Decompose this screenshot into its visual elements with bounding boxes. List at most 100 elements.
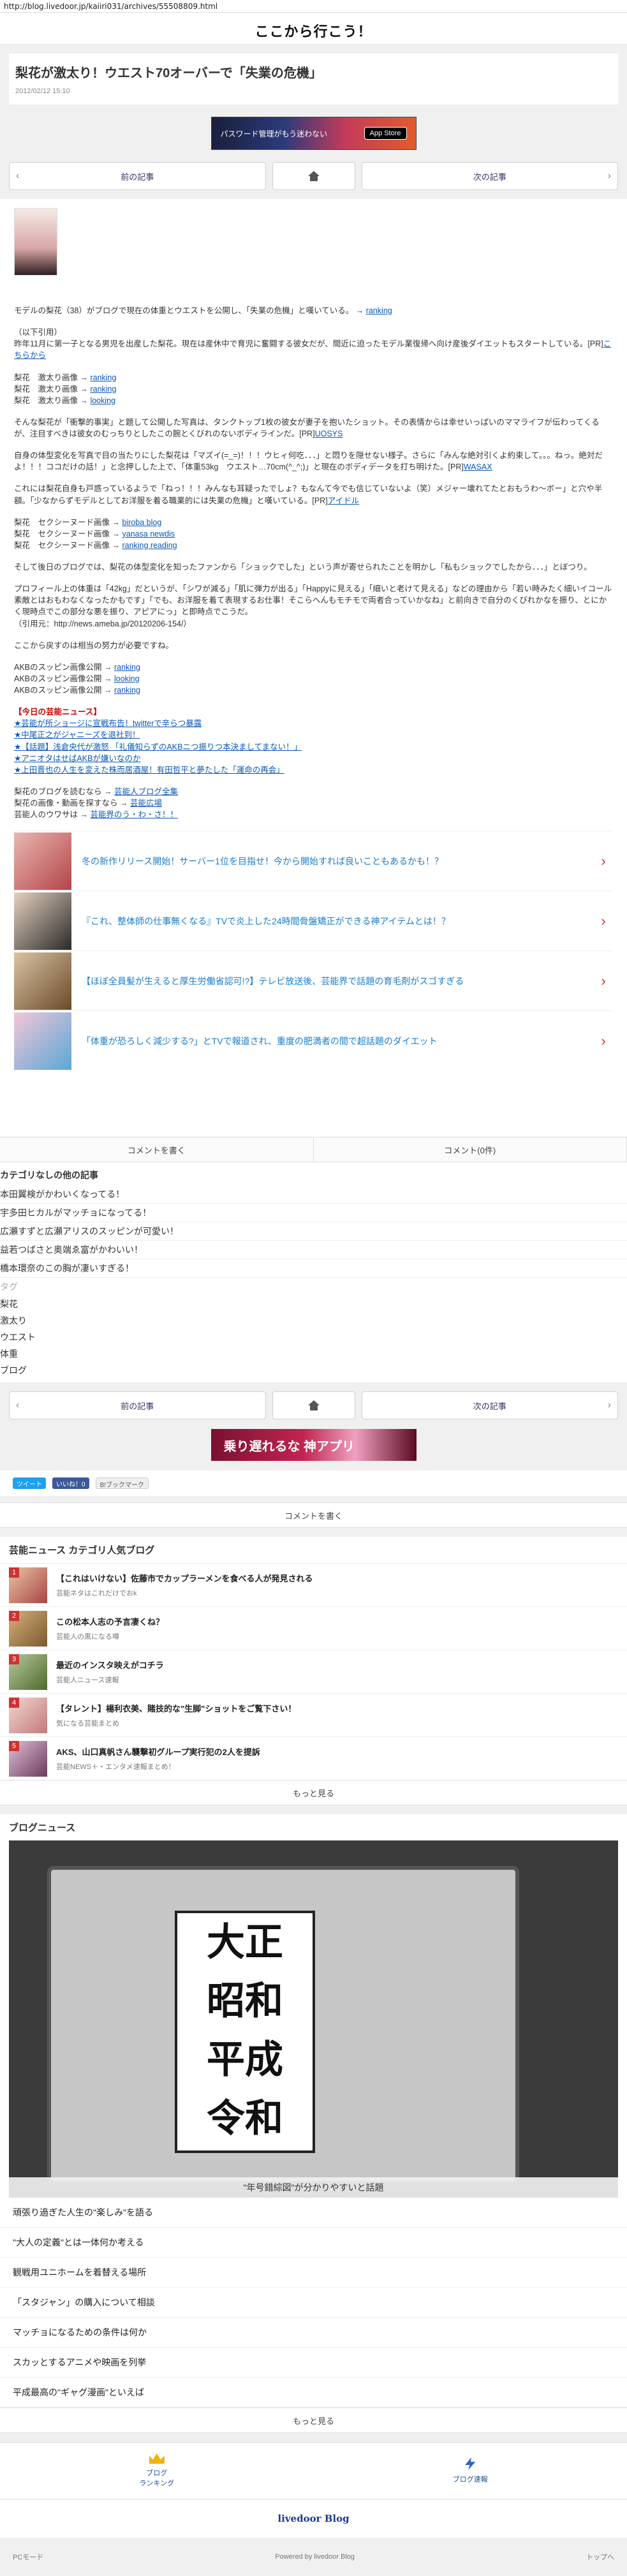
pr-link[interactable]: アイドル (328, 496, 359, 505)
next-post-button[interactable]: 次の記事 › (362, 1391, 619, 1419)
category-heading: カテゴリなしの他の記事 (0, 1169, 627, 1185)
link[interactable]: 芸能広場 (130, 799, 162, 808)
link[interactable]: ranking (90, 373, 116, 382)
ranking-source: 芸能人ニュース速報 (56, 1675, 164, 1685)
prev-post-button[interactable]: ‹ 前の記事 (9, 162, 266, 190)
blog-speed-link[interactable]: ブログ速報 (314, 2443, 627, 2499)
article-thumbnail[interactable] (14, 208, 57, 276)
blog-news-item[interactable]: "大人の定義"とは一体何か考える (0, 2228, 627, 2258)
tag-item[interactable]: ウエスト (0, 1329, 627, 1345)
tag-item[interactable]: 梨花 (0, 1296, 627, 1312)
pr-link[interactable]: UOSYS (315, 429, 343, 438)
popular-blogs: 芸能ニュース カテゴリ人気ブログ 1 【これはいけない】佐藤市でカップラーメンを… (0, 1537, 627, 1805)
blog-news-more-button[interactable]: もっと見る (0, 2408, 627, 2433)
news-block: 【今日の芸能ニュース】 ★芸能が所ショージに宣戦布告！twitterで辛らつ暴露… (14, 706, 613, 776)
link[interactable]: ranking (114, 686, 140, 695)
blog-news-item[interactable]: 平成最高の"ギャグ漫画"といえば (0, 2378, 627, 2408)
recommended-item[interactable]: 冬の新作リリース開始！サーバー1位を目指せ！今から開始すれば良いこともあるかも！… (14, 831, 613, 891)
blog-ranking-label: ブログ ランキング (139, 2468, 174, 2488)
link-group: 梨花 激太り画像 → ranking 梨花 激太り画像 → ranking 梨花… (14, 372, 613, 406)
write-comment-button[interactable]: コメントを書く (0, 1137, 314, 1162)
news-link[interactable]: ★中尾正之がジャニーズを退社到！ (14, 730, 140, 739)
news-link[interactable]: ★【話題】浅倉央代が激怒 「礼儀知らずのAKBニつ振りつ本決ましてまない！」 (14, 743, 302, 751)
tag-item[interactable]: ブログ (0, 1362, 627, 1379)
prev-post-button[interactable]: ‹ 前の記事 (9, 1391, 266, 1419)
crown-icon (149, 2454, 165, 2464)
recommended-text: 【ほぼ全員髪が生えると厚生労働省認可!?】テレビ放送後、芸能界で話題の育毛剤がス… (71, 975, 594, 988)
facebook-like-button[interactable]: いいね！0 (52, 1477, 89, 1489)
link[interactable]: 芸能界のう・わ・さ！！ (90, 810, 178, 819)
news-link[interactable]: ★上田晋也の人生を変えた株而居酒屋！有田哲平と夢たした「運命の再会」 (14, 766, 284, 774)
chevron-right-icon: › (608, 1400, 611, 1411)
blog-news-item[interactable]: マッチョになるための条件は何か (0, 2318, 627, 2348)
post-header: 梨花が激太り！ウエスト70オーバーで「失業の危機」 2012/02/12 15:… (9, 54, 618, 105)
chevron-right-icon: › (594, 971, 613, 991)
text: AKBのスッピン画像公開 → (14, 686, 114, 695)
recommended-item[interactable]: 『これ、整体師の仕事無くなる』TVで炎上した24時間骨盤矯正ができる神アイテムと… (14, 891, 613, 951)
category-item[interactable]: 益若つばさと奥端ゑ富がかわいい！ (0, 1241, 627, 1259)
paragraph: そして後日のブログでは、梨花の体型変化を知ったファンから「ショックでした」という… (14, 561, 613, 573)
link[interactable]: looking (90, 396, 115, 405)
url-bar[interactable]: http://blog.livedoor.jp/kaiiri031/archiv… (0, 0, 627, 13)
category-item[interactable]: 本田翼検がかわいくなってる！ (0, 1185, 627, 1204)
category-item[interactable]: 橋本環奈のこの胸が凄いすぎる！ (0, 1259, 627, 1278)
paragraph: ここから戻すのは相当の努力が必要ですね。 (14, 640, 613, 651)
recommended-item[interactable]: 【ほぼ全員髪が生えると厚生労働省認可!?】テレビ放送後、芸能界で話題の育毛剤がス… (14, 951, 613, 1010)
hatena-bookmark-button[interactable]: B!ブックマーク (96, 1477, 149, 1489)
news-link[interactable]: ★芸能が所ショージに宣戦布告！twitterで辛らつ暴露 (14, 719, 202, 728)
livedoor-blog-logo[interactable]: livedoor Blog (0, 2499, 627, 2538)
ad-banner-top[interactable]: パスワード管理がもう迷わない App Store (211, 117, 417, 150)
ranking-image: 4 (9, 1698, 47, 1733)
ranking-item[interactable]: 4 【タレント】楊利衣美、賭技的な"生脚"ショットをご覧下さい！ 気になる芸能ま… (0, 1693, 627, 1736)
chevron-right-icon: › (594, 851, 613, 871)
link[interactable]: looking (114, 674, 140, 683)
blog-news: ブログニュース 大正 昭和 平成 令和 "年号錯綜図"が分かりやすいと話題 頑張… (0, 1814, 627, 2433)
blog-news-item[interactable]: 観戦用ユニホームを着替える場所 (0, 2258, 627, 2288)
recommended-item[interactable]: 「体重が恐ろしく減少する?」とTVで報道され、重度の肥満者の間で超話題のダイエッ… (14, 1010, 613, 1070)
ranking-item[interactable]: 1 【これはいけない】佐藤市でカップラーメンを食べる人が発見される 芸能ネタはこ… (0, 1563, 627, 1606)
back-to-top-link[interactable]: トップへ (586, 2552, 614, 2562)
popular-more-button[interactable]: もっと見る (0, 1780, 627, 1805)
rank-number: 4 (9, 1698, 19, 1708)
home-button[interactable] (272, 162, 355, 190)
era-names: 大正 昭和 平成 令和 (175, 1911, 315, 2153)
ad-banner-mid[interactable]: 乗り遅れるな 神アプリ (211, 1429, 417, 1461)
news-link[interactable]: ★アニオタはせばAKBが嫌いなのか (14, 754, 140, 763)
blog-news-hero[interactable]: 大正 昭和 平成 令和 "年号錯綜図"が分かりやすいと話題 (9, 1840, 618, 2198)
link[interactable]: 芸能人ブログ全集 (114, 787, 178, 796)
tweet-button[interactable]: ツイート (13, 1477, 46, 1489)
pc-mode-link[interactable]: PCモード (13, 2552, 43, 2562)
rank-number: 2 (9, 1611, 19, 1621)
link[interactable]: yanasa newdis (122, 529, 175, 538)
tag-item[interactable]: 体重 (0, 1345, 627, 1362)
tag-item[interactable]: 激太り (0, 1312, 627, 1329)
link[interactable]: biroba blog (122, 518, 161, 527)
next-post-button[interactable]: 次の記事 › (362, 162, 619, 190)
post-navigation-bottom: ‹ 前の記事 次の記事 › (0, 1391, 627, 1419)
home-button[interactable] (272, 1391, 355, 1419)
blog-title[interactable]: ここから行こう！ (0, 13, 627, 45)
recommended-list: 冬の新作リリース開始！サーバー1位を目指せ！今から開始すれば良いこともあるかも！… (14, 831, 613, 1070)
ranking-link[interactable]: ranking (366, 306, 392, 315)
ranking-item[interactable]: 3 最近のインスタ映えがコチラ 芸能人ニュース速報 (0, 1650, 627, 1693)
blog-ranking-link[interactable]: ブログ ランキング (0, 2443, 314, 2499)
ranking-item[interactable]: 2 この松本人志の予言凄くね？ 芸能人の黒になる噂 (0, 1606, 627, 1650)
link[interactable]: ranking (114, 663, 140, 672)
recommended-text: 「体重が恐ろしく減少する?」とTVで報道され、重度の肥満者の間で超話題のダイエッ… (71, 1035, 594, 1047)
link[interactable]: ranking reading (122, 541, 177, 550)
ranking-image: 2 (9, 1611, 47, 1647)
write-comment-bar[interactable]: コメントを書く (0, 1502, 627, 1528)
link[interactable]: ranking (90, 385, 116, 394)
pr-link[interactable]: WASAX (464, 463, 492, 471)
text: 梨花 激太り画像 → (14, 373, 90, 382)
category-item[interactable]: 宇多田ヒカルがマッチョになってる！ (0, 1204, 627, 1222)
blog-news-item[interactable]: 「スタジャン」の購入について相談 (0, 2288, 627, 2318)
blog-news-item[interactable]: スカッとするアニメや映画を列挙 (0, 2348, 627, 2378)
text: 梨花 激太り画像 → (14, 385, 90, 394)
blog-news-item[interactable]: 頑張り過ぎた人生の"楽しみ"を語る (0, 2198, 627, 2228)
comment-count-button[interactable]: コメント(0件) (314, 1137, 627, 1162)
ranking-item[interactable]: 5 AKS、山口真帆さん襲撃初グループ実行犯の2人を提訴 芸能NEWS＋・エンタ… (0, 1736, 627, 1780)
rank-number: 1 (9, 1567, 19, 1578)
category-item[interactable]: 広瀬すずと広瀬アリスのスッピンが可愛い！ (0, 1222, 627, 1241)
ranking-text: 【タレント】楊利衣美、賭技的な"生脚"ショットをご覧下さい！ 気になる芸能まとめ (47, 1702, 296, 1728)
